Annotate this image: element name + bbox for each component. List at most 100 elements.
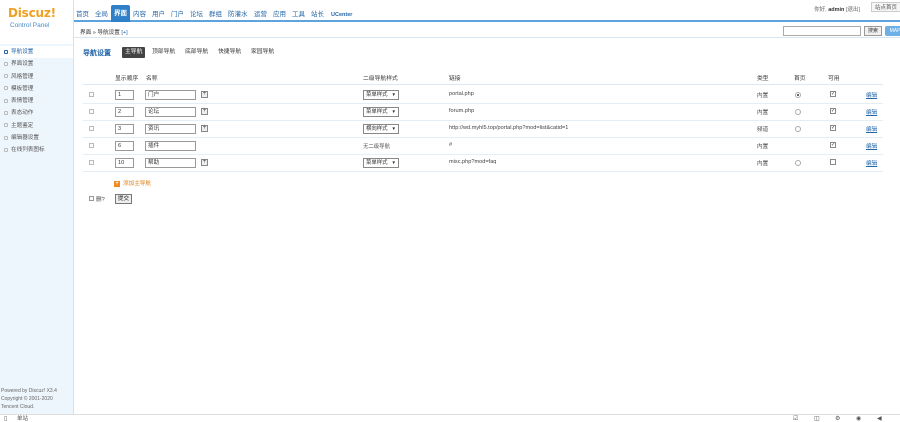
- order-input[interactable]: 3: [115, 124, 134, 134]
- nav-item-users[interactable]: 用户: [151, 9, 166, 21]
- add-main-nav-link[interactable]: + 添加主导航: [114, 179, 151, 187]
- name-input[interactable]: 资讯: [145, 124, 196, 134]
- delete-checkbox[interactable]: [89, 92, 94, 97]
- sidebar-item-interface-settings[interactable]: 界面设置: [0, 58, 73, 70]
- delete-all-checkbox[interactable]: [89, 196, 94, 201]
- nav-link: #: [449, 142, 453, 148]
- tab-quick-nav[interactable]: 快捷导航: [215, 47, 244, 58]
- nav-type: 内置: [757, 93, 769, 99]
- sub-style-text: 无二级导航: [363, 144, 390, 150]
- footer-copyright: Powered by Discuz! X3.4 Copyright © 2001…: [1, 388, 57, 410]
- order-input[interactable]: 10: [115, 158, 134, 168]
- sidebar: 导航设置 界面设置 风格管理 模板管理 表情管理 表态动作 主题鉴定 编辑器设置…: [0, 44, 74, 414]
- nav-item-operation[interactable]: 运营: [253, 9, 268, 21]
- sidebar-item-editor-settings[interactable]: 编辑器设置: [0, 132, 73, 144]
- search-button[interactable]: 搜索: [864, 26, 882, 36]
- nav-item-portal[interactable]: 门户: [170, 9, 185, 21]
- map-button[interactable]: MAP: [885, 26, 900, 36]
- site-home-link[interactable]: 站点首页: [870, 2, 900, 12]
- tab-home-nav[interactable]: 家园导航: [248, 47, 277, 58]
- username: admin: [828, 7, 845, 13]
- lock-icon[interactable]: ◉: [856, 415, 861, 422]
- tab-main-nav[interactable]: 主导航: [122, 47, 146, 58]
- available-checkbox[interactable]: ✓: [830, 108, 836, 114]
- nav-item-group[interactable]: 群组: [208, 9, 223, 21]
- nav-item-forum[interactable]: 论坛: [189, 9, 204, 21]
- submit-button[interactable]: 提交: [115, 194, 132, 204]
- delete-checkbox[interactable]: [89, 143, 94, 148]
- home-radio[interactable]: [795, 109, 801, 115]
- add-subnav-icon[interactable]: +: [201, 108, 208, 115]
- sidebar-item-style-manage[interactable]: 风格管理: [0, 71, 73, 83]
- dropdown-arrow-icon: ▼: [391, 160, 396, 165]
- nav-item-ucenter[interactable]: UCenter: [330, 9, 353, 21]
- plus-icon: +: [114, 180, 120, 187]
- edit-link[interactable]: 编辑: [866, 125, 877, 133]
- name-input[interactable]: 帮助: [145, 158, 196, 168]
- nav-item-interface[interactable]: 界面: [111, 5, 130, 22]
- add-subnav-icon[interactable]: +: [201, 159, 208, 166]
- search-input[interactable]: [783, 26, 861, 36]
- edit-link[interactable]: 编辑: [866, 142, 877, 150]
- edit-link[interactable]: 编辑: [866, 108, 877, 116]
- sidebar-item-expression-actions[interactable]: 表态动作: [0, 107, 73, 119]
- delete-checkbox[interactable]: [89, 126, 94, 131]
- nav-item-apps[interactable]: 应用: [272, 9, 287, 21]
- nav-item-tools[interactable]: 工具: [291, 9, 306, 21]
- edit-link[interactable]: 编辑: [866, 91, 877, 99]
- breadcrumb-bar: 界面 » 导航设置 [+] 搜索 MAP: [74, 24, 900, 38]
- nav-item-anti-spam[interactable]: 防灌水: [227, 9, 249, 21]
- check-icon[interactable]: ☑: [793, 415, 798, 422]
- bullet-icon: [4, 61, 8, 66]
- home-radio[interactable]: [795, 160, 801, 166]
- sidebar-item-online-list-icons[interactable]: 在线列表图标: [0, 144, 73, 156]
- sidebar-item-thread-stamps[interactable]: 主题鉴定: [0, 120, 73, 132]
- logout-link[interactable]: [退出]: [846, 7, 860, 13]
- nav-type: 频道: [757, 127, 769, 133]
- tab-top-nav[interactable]: 顶部导航: [149, 47, 178, 58]
- sidebar-item-smiley-manage[interactable]: 表情管理: [0, 95, 73, 107]
- nav-link: portal.php: [449, 91, 474, 97]
- available-checkbox[interactable]: ✓: [830, 142, 836, 148]
- bullet-icon: [4, 49, 8, 54]
- available-checkbox[interactable]: ✓: [830, 91, 836, 97]
- sub-style-select[interactable]: 菜单样式 ▼: [363, 90, 399, 100]
- bottom-bar: ▯ 单站 ☑ ◫ ⚙ ◉ ◀: [0, 414, 900, 422]
- nav-item-content[interactable]: 内容: [132, 9, 147, 21]
- available-checkbox[interactable]: [830, 159, 836, 165]
- sub-style-select[interactable]: 菜单样式 ▼: [363, 107, 399, 117]
- bullet-icon: [4, 98, 8, 103]
- delete-checkbox[interactable]: [89, 160, 94, 165]
- sidebar-item-template-manage[interactable]: 模板管理: [0, 83, 73, 95]
- nav-item-home[interactable]: 首页: [75, 9, 90, 21]
- sub-style-select[interactable]: 横向样式 ▼: [363, 124, 399, 134]
- tab-footer-nav[interactable]: 底部导航: [182, 47, 211, 58]
- volume-icon[interactable]: ◀: [877, 415, 882, 422]
- order-input[interactable]: 1: [115, 90, 134, 100]
- order-input[interactable]: 6: [115, 141, 134, 151]
- nav-item-global[interactable]: 全局: [94, 9, 109, 21]
- discuz-logo[interactable]: Discuz!: [8, 6, 56, 20]
- name-input[interactable]: 论坛: [145, 107, 196, 117]
- name-input[interactable]: 插件: [145, 141, 196, 151]
- header-home: 首页: [794, 76, 806, 82]
- edit-link[interactable]: 编辑: [866, 159, 877, 167]
- window-icon[interactable]: ◫: [814, 415, 820, 422]
- add-subnav-icon[interactable]: +: [201, 91, 208, 98]
- sidebar-item-nav-settings[interactable]: 导航设置: [0, 46, 73, 59]
- add-subnav-icon[interactable]: +: [201, 125, 208, 132]
- order-input[interactable]: 2: [115, 107, 134, 117]
- name-input[interactable]: 门户: [145, 90, 196, 100]
- settings-icon[interactable]: ⚙: [835, 415, 840, 422]
- page-icon[interactable]: ▯: [4, 415, 7, 422]
- home-radio[interactable]: [795, 126, 801, 132]
- available-checkbox[interactable]: ✓: [830, 125, 836, 131]
- home-radio[interactable]: [795, 92, 801, 98]
- delete-label: 删?: [96, 197, 105, 203]
- nav-item-webmaster[interactable]: 站长: [310, 9, 325, 21]
- delete-checkbox[interactable]: [89, 109, 94, 114]
- sub-style-select[interactable]: 菜单样式 ▼: [363, 158, 399, 168]
- add-shortcut-link[interactable]: [+]: [121, 30, 127, 36]
- nav-link: http://wd.myhl5.top/portal.php?mod=list&…: [449, 125, 569, 131]
- user-info: 你好, admin [退出]: [814, 7, 860, 13]
